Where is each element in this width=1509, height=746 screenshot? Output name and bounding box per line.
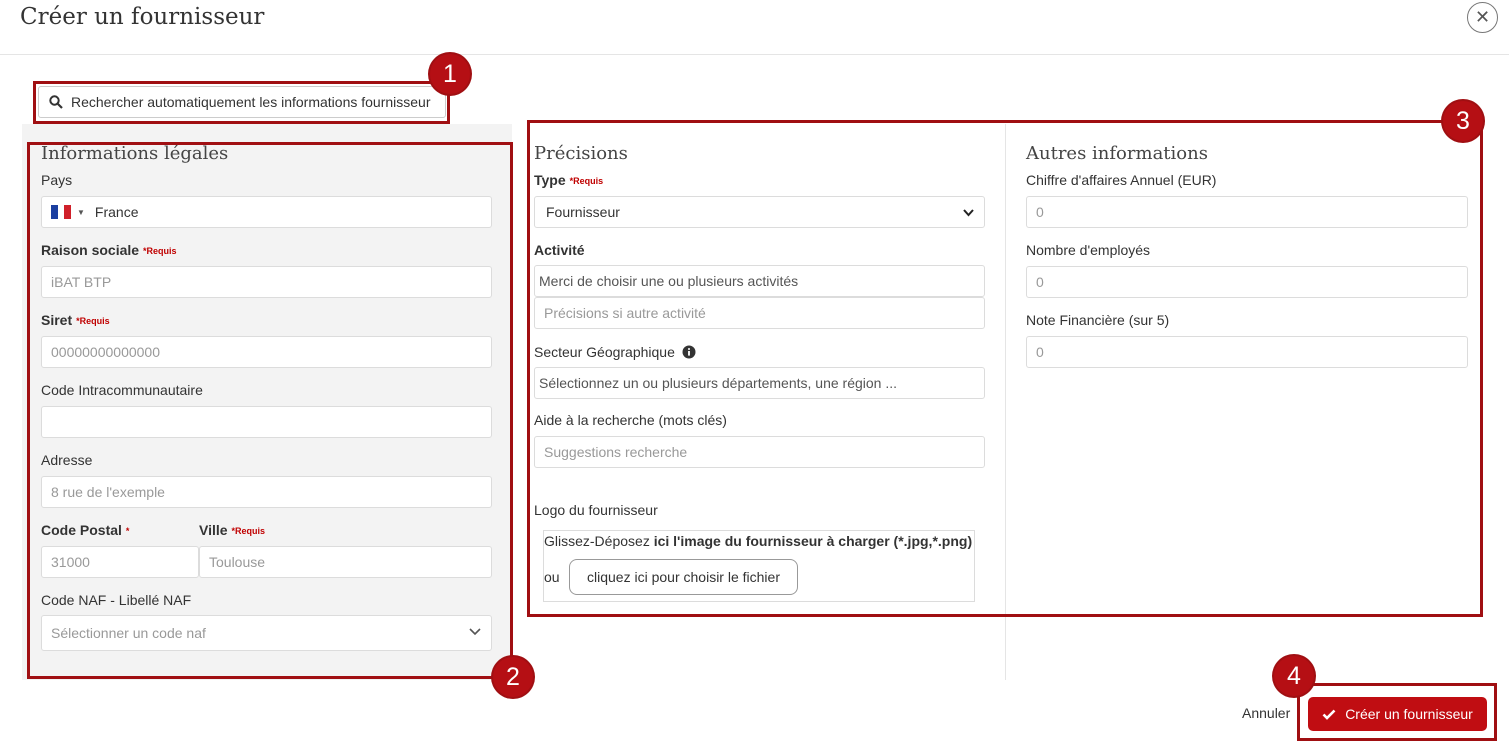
- annotation-badge-2: 2: [493, 657, 533, 697]
- annotation-badge-1: 1: [430, 54, 470, 94]
- annotation-box-2: [27, 142, 513, 679]
- annotation-badge-4: 4: [1274, 656, 1314, 696]
- modal-title: Créer un fournisseur: [20, 4, 265, 30]
- annotation-box-3: [527, 120, 1483, 617]
- annotation-badge-3: 3: [1443, 101, 1483, 141]
- close-icon[interactable]: ✕: [1467, 2, 1498, 33]
- cancel-link[interactable]: Annuler: [1242, 705, 1290, 721]
- annotation-box-4: [1297, 683, 1497, 741]
- modal-header: Créer un fournisseur ✕: [0, 0, 1509, 55]
- annotation-box-1: [33, 81, 450, 124]
